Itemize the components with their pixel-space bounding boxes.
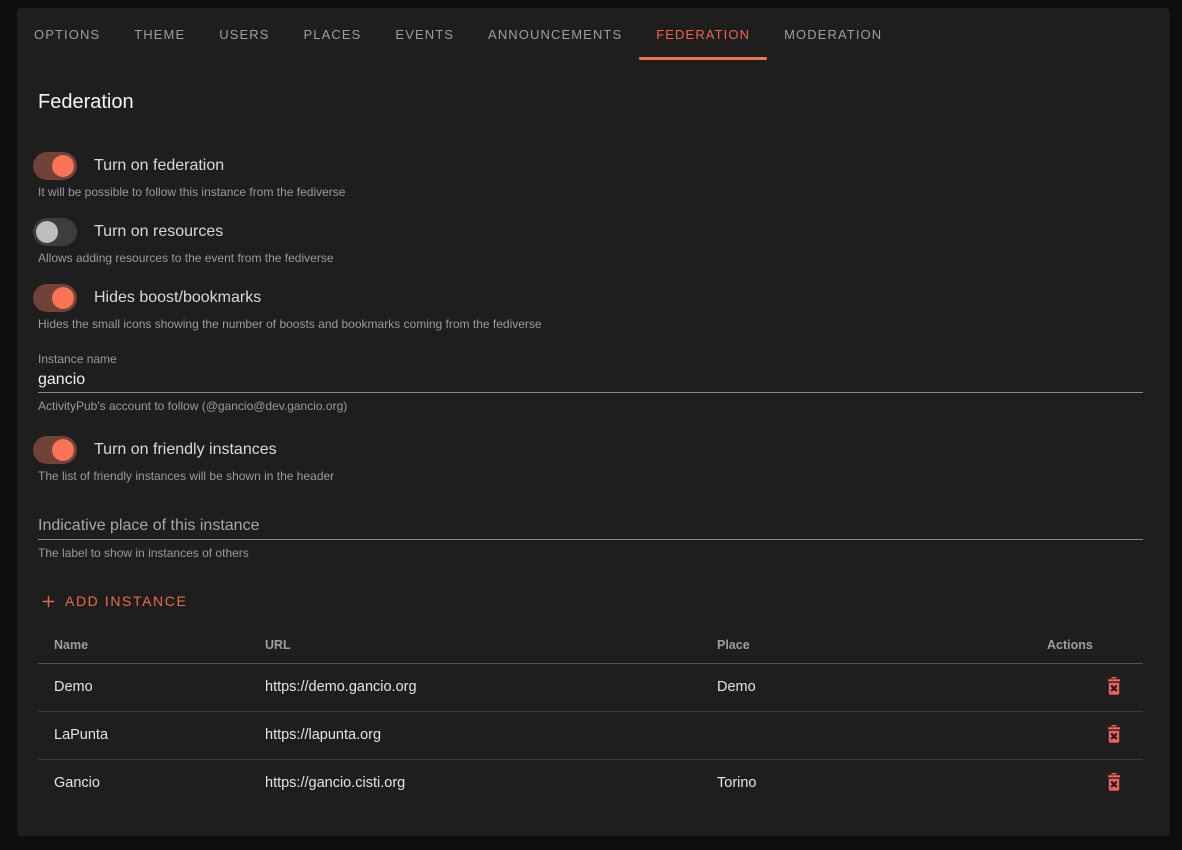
tab-announcements[interactable]: ANNOUNCEMENTS (471, 8, 639, 60)
instance-name-cell: LaPunta (38, 711, 249, 759)
page-title: Federation (38, 90, 1143, 114)
tab-places[interactable]: PLACES (287, 8, 379, 60)
column-header-url: URL (249, 627, 701, 663)
delete-instance-button[interactable] (1101, 721, 1127, 747)
instance-url-cell: https://gancio.cisti.org (249, 759, 701, 807)
switch-thumb (52, 155, 74, 177)
resources-toggle[interactable] (33, 218, 77, 246)
table-header-row: Name URL Place Actions (38, 627, 1143, 663)
switch-thumb (52, 439, 74, 461)
plus-icon (40, 593, 57, 610)
instance-name-cell: Demo (38, 663, 249, 711)
instance-place-cell: Torino (701, 759, 1031, 807)
table-row: Demo https://demo.gancio.org Demo (38, 663, 1143, 711)
tab-moderation[interactable]: MODERATION (767, 8, 899, 60)
admin-tab-bar: OPTIONS THEME USERS PLACES EVENTS ANNOUN… (17, 8, 1170, 60)
instance-url-cell: https://demo.gancio.org (249, 663, 701, 711)
instance-name-cell: Gancio (38, 759, 249, 807)
instance-place-cell: Demo (701, 663, 1031, 711)
instance-place-input[interactable] (38, 512, 1143, 540)
column-header-place: Place (701, 627, 1031, 663)
column-header-name: Name (38, 627, 249, 663)
trash-icon (1103, 771, 1125, 793)
federation-toggle-hint: It will be possible to follow this insta… (38, 185, 1143, 200)
friendly-instances-toggle-label: Turn on friendly instances (94, 441, 277, 459)
switch-thumb (52, 287, 74, 309)
federation-toggle-label: Turn on federation (94, 157, 224, 175)
boost-bookmarks-toggle[interactable] (33, 284, 77, 312)
boost-bookmarks-toggle-hint: Hides the small icons showing the number… (38, 317, 1143, 332)
federation-toggle[interactable] (33, 152, 77, 180)
table-row: Gancio https://gancio.cisti.org Torino (38, 759, 1143, 807)
trash-icon (1103, 723, 1125, 745)
trash-icon (1103, 675, 1125, 697)
setting-resources: Turn on resources Allows adding resource… (38, 218, 1143, 266)
setting-friendly-instances: Turn on friendly instances The list of f… (38, 436, 1143, 484)
friendly-instances-table: Name URL Place Actions Demo https://demo… (38, 627, 1143, 807)
federation-settings-panel: Federation Turn on federation It will be… (17, 90, 1170, 807)
add-instance-button[interactable]: ADD INSTANCE (38, 587, 195, 615)
delete-instance-button[interactable] (1101, 769, 1127, 795)
add-instance-button-label: ADD INSTANCE (65, 593, 187, 609)
resources-toggle-label: Turn on resources (94, 223, 223, 241)
delete-instance-button[interactable] (1101, 673, 1127, 699)
instance-place-field-group: The label to show in instances of others (38, 512, 1143, 561)
resources-toggle-hint: Allows adding resources to the event fro… (38, 251, 1143, 266)
instance-name-label: Instance name (38, 352, 1143, 367)
instance-name-field-group: Instance name ActivityPub's account to f… (38, 352, 1143, 414)
admin-panel-card: OPTIONS THEME USERS PLACES EVENTS ANNOUN… (17, 8, 1170, 836)
instance-url-cell: https://lapunta.org (249, 711, 701, 759)
friendly-instances-toggle-hint: The list of friendly instances will be s… (38, 469, 1143, 484)
setting-federation: Turn on federation It will be possible t… (38, 152, 1143, 200)
tab-theme[interactable]: THEME (117, 8, 202, 60)
instance-place-hint: The label to show in instances of others (38, 546, 1143, 561)
instance-name-input[interactable] (38, 367, 1143, 393)
tab-events[interactable]: EVENTS (378, 8, 471, 60)
instance-place-cell (701, 711, 1031, 759)
column-header-actions: Actions (1031, 627, 1143, 663)
tab-federation[interactable]: FEDERATION (639, 8, 767, 60)
boost-bookmarks-toggle-label: Hides boost/bookmarks (94, 289, 261, 307)
tab-users[interactable]: USERS (202, 8, 286, 60)
tab-options[interactable]: OPTIONS (17, 8, 117, 60)
switch-thumb (36, 221, 58, 243)
table-row: LaPunta https://lapunta.org (38, 711, 1143, 759)
instance-name-hint: ActivityPub's account to follow (@gancio… (38, 399, 1143, 414)
setting-boost-bookmarks: Hides boost/bookmarks Hides the small ic… (38, 284, 1143, 332)
friendly-instances-toggle[interactable] (33, 436, 77, 464)
